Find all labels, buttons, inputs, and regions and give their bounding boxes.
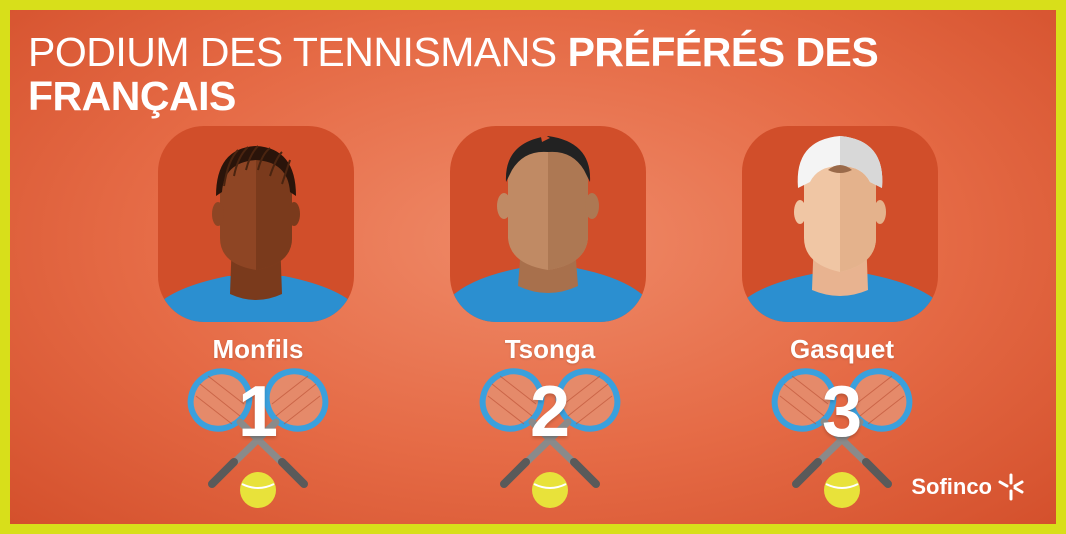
- title-light: PODIUM DES TENNISMANS: [28, 29, 557, 75]
- infographic-frame: PODIUM DES TENNISMANS PRÉFÉRÉS DES FRANÇ…: [0, 0, 1066, 534]
- avatar-monfils: [158, 126, 354, 322]
- brand-logo: Sofinco: [911, 472, 1026, 502]
- player-card-tsonga: Tsonga 2: [440, 126, 660, 516]
- page-title: PODIUM DES TENNISMANS PRÉFÉRÉS DES FRANÇ…: [28, 30, 1056, 118]
- tennis-ball-icon: [824, 472, 860, 508]
- player-card-gasquet: Gasquet 3: [732, 126, 952, 516]
- player-name: Gasquet: [789, 334, 895, 364]
- tennis-ball-icon: [240, 472, 276, 508]
- player-card-monfils: Monfils 1: [148, 126, 368, 516]
- avatar-tsonga: [450, 126, 646, 322]
- rank-number: 3: [821, 372, 863, 452]
- rank-number: 1: [237, 372, 279, 452]
- player-name: Tsonga: [504, 334, 596, 364]
- brand-name: Sofinco: [911, 474, 992, 499]
- sofinco-star-icon: [998, 473, 1024, 501]
- player-name: Monfils: [212, 334, 304, 364]
- rank-number: 2: [529, 372, 571, 452]
- tennis-ball-icon: [532, 472, 568, 508]
- avatar-gasquet: [742, 126, 938, 322]
